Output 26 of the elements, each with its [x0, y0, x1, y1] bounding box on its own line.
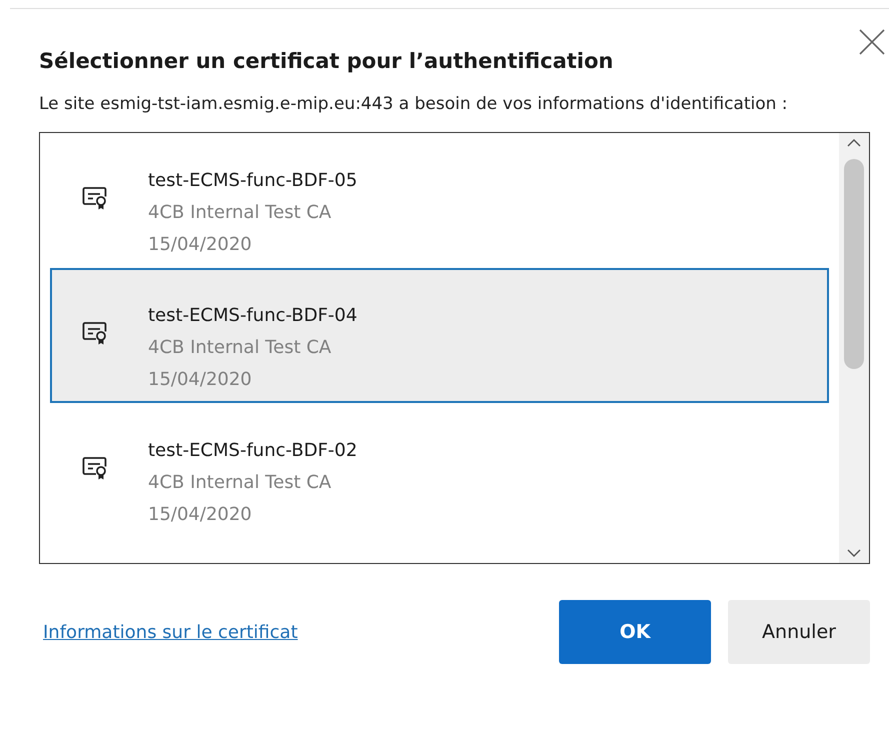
certificate-info-link[interactable]: Informations sur le certificat: [43, 618, 298, 646]
certificate-date: 15/04/2020: [148, 233, 253, 258]
certificate-item[interactable]: test-ECMS-func-BDF-04 4CB Internal Test CA 15/04/2020: [50, 268, 829, 404]
dialog-title: Sélectionner un certificat pour l’authentification: [39, 48, 614, 74]
scrollbar-thumb[interactable]: [844, 159, 864, 370]
close-button[interactable]: [857, 27, 887, 57]
certificate-date: 15/04/2020: [148, 503, 253, 528]
scrollbar[interactable]: [839, 133, 869, 564]
certificate-icon: [82, 185, 108, 212]
ok-button[interactable]: OK: [559, 600, 711, 664]
certificate-icon: [82, 455, 108, 482]
certificate-name: test-ECMS-func-BDF-02: [148, 439, 358, 464]
certificate-date: 15/04/2020: [148, 368, 253, 392]
scroll-down-icon[interactable]: [847, 549, 861, 558]
certificate-item[interactable]: test-ECMS-func-BDF-02 4CB Internal Test CA 15/04/2020: [50, 403, 829, 538]
certificate-name: test-ECMS-func-BDF-05: [148, 169, 358, 194]
certificate-item[interactable]: test-ECMS-func-BDF-05 4CB Internal Test CA 15/04/2020: [50, 133, 829, 268]
scroll-up-icon[interactable]: [847, 139, 861, 148]
certificate-issuer: 4CB Internal Test CA: [148, 471, 332, 496]
certificate-issuer: 4CB Internal Test CA: [148, 201, 332, 226]
close-icon: [859, 29, 885, 55]
certificate-name: test-ECMS-func-BDF-04: [148, 304, 358, 328]
description-text: Le site esmig-tst-iam.esmig.e-mip.eu:443 a besoin de vos informations d'identification :: [39, 93, 789, 116]
certificate-issuer: 4CB Internal Test CA: [148, 336, 332, 360]
certificate-icon: [82, 320, 108, 346]
cancel-button[interactable]: Annuler: [728, 600, 870, 664]
